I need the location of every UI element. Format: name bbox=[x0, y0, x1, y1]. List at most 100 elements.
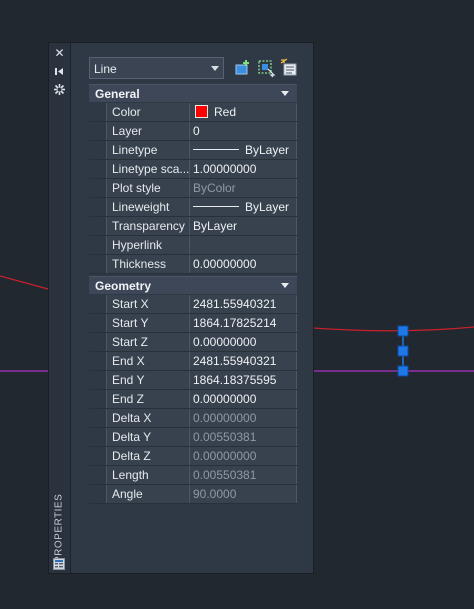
property-value-text: 0.00000000 bbox=[193, 449, 257, 463]
property-row[interactable]: Angle 90.0000 bbox=[89, 485, 297, 504]
property-value[interactable]: 1864.18375595 bbox=[190, 371, 297, 389]
grip-start[interactable] bbox=[397, 325, 409, 337]
general-section-title: General bbox=[95, 87, 140, 101]
grip-end[interactable] bbox=[397, 365, 409, 377]
property-row[interactable]: End Y 1864.18375595 bbox=[89, 371, 297, 390]
property-value-text: 0.00550381 bbox=[193, 468, 257, 482]
row-gutter bbox=[89, 409, 106, 427]
property-label: Thickness bbox=[106, 255, 190, 273]
property-row[interactable]: Start Z 0.00000000 bbox=[89, 333, 297, 352]
palette-content: Line General Color Red Layer 0 Linetype ByLay… bbox=[71, 43, 313, 573]
property-row[interactable]: Thickness 0.00000000 bbox=[89, 255, 297, 274]
property-label: Layer bbox=[106, 122, 190, 140]
collapse-icon[interactable] bbox=[281, 283, 289, 288]
property-row[interactable]: Layer 0 bbox=[89, 122, 297, 141]
collapse-icon[interactable] bbox=[281, 91, 289, 96]
property-value-text: 90.0000 bbox=[193, 487, 237, 501]
property-label: End Y bbox=[106, 371, 190, 389]
row-gutter bbox=[89, 371, 106, 389]
row-gutter bbox=[89, 314, 106, 332]
red-line-left[interactable] bbox=[0, 275, 49, 290]
property-label: Transparency bbox=[106, 217, 190, 235]
close-icon[interactable]: ✕ bbox=[52, 46, 67, 61]
general-section-header[interactable]: General bbox=[89, 84, 297, 102]
select-objects-icon[interactable] bbox=[256, 58, 276, 78]
property-value-text: 1.00000000 bbox=[193, 162, 257, 176]
property-row[interactable]: Linetype sca... 1.00000000 bbox=[89, 160, 297, 179]
row-gutter bbox=[89, 333, 106, 351]
property-value[interactable] bbox=[190, 236, 297, 254]
property-value[interactable]: 0.00000000 bbox=[190, 255, 297, 273]
property-row[interactable]: Delta X 0.00000000 bbox=[89, 409, 297, 428]
property-value[interactable]: ByLayer bbox=[190, 141, 297, 159]
property-value[interactable]: 0.00000000 bbox=[190, 333, 297, 351]
property-label: Length bbox=[106, 466, 190, 484]
row-gutter bbox=[89, 179, 106, 197]
palette-settings-icon[interactable] bbox=[52, 82, 67, 97]
property-row[interactable]: Transparency ByLayer bbox=[89, 217, 297, 236]
property-label: Start Y bbox=[106, 314, 190, 332]
property-value[interactable]: 0.00000000 bbox=[190, 390, 297, 408]
row-gutter bbox=[89, 295, 106, 313]
property-row[interactable]: End Z 0.00000000 bbox=[89, 390, 297, 409]
geometry-rows: Start X 2481.55940321 Start Y 1864.17825214… bbox=[89, 295, 297, 504]
property-row[interactable]: Delta Z 0.00000000 bbox=[89, 447, 297, 466]
toggle-pickadd-icon[interactable] bbox=[233, 58, 253, 78]
property-row[interactable]: Linetype ByLayer bbox=[89, 141, 297, 160]
row-gutter bbox=[89, 141, 106, 159]
property-value[interactable]: Red bbox=[190, 103, 297, 121]
property-value[interactable]: ByLayer bbox=[190, 217, 297, 235]
property-row[interactable]: Start X 2481.55940321 bbox=[89, 295, 297, 314]
palette-title-strip[interactable]: ✕ PROPERTIES bbox=[49, 43, 71, 573]
row-gutter bbox=[89, 485, 106, 503]
property-value-text: ByLayer bbox=[245, 143, 290, 157]
autohide-icon[interactable] bbox=[52, 64, 67, 79]
property-label: End X bbox=[106, 352, 190, 370]
property-value[interactable]: 1.00000000 bbox=[190, 160, 297, 178]
row-gutter bbox=[89, 466, 106, 484]
property-row[interactable]: Hyperlink bbox=[89, 236, 297, 255]
property-row[interactable]: Start Y 1864.17825214 bbox=[89, 314, 297, 333]
property-label: Delta Y bbox=[106, 428, 190, 446]
row-gutter bbox=[89, 255, 106, 273]
row-gutter bbox=[89, 236, 106, 254]
property-row[interactable]: Lineweight ByLayer bbox=[89, 198, 297, 217]
property-row[interactable]: Plot style ByColor bbox=[89, 179, 297, 198]
property-row[interactable]: Length 0.00550381 bbox=[89, 466, 297, 485]
row-gutter bbox=[89, 390, 106, 408]
linetype-preview-icon bbox=[193, 149, 239, 150]
general-rows: Color Red Layer 0 Linetype ByLayer Linetype sc… bbox=[89, 103, 297, 274]
property-row[interactable]: Delta Y 0.00550381 bbox=[89, 428, 297, 447]
property-value[interactable]: 0 bbox=[190, 122, 297, 140]
property-value-text: ByLayer bbox=[193, 219, 238, 233]
property-value[interactable]: 1864.17825214 bbox=[190, 314, 297, 332]
property-row[interactable]: End X 2481.55940321 bbox=[89, 352, 297, 371]
grip-mid[interactable] bbox=[397, 345, 409, 357]
property-label: End Z bbox=[106, 390, 190, 408]
property-value-text: 0.00000000 bbox=[193, 335, 257, 349]
row-gutter bbox=[89, 447, 106, 465]
red-line-right[interactable] bbox=[312, 326, 474, 332]
property-value: ByColor bbox=[190, 179, 297, 197]
property-row[interactable]: Color Red bbox=[89, 103, 297, 122]
property-value[interactable]: 2481.55940321 bbox=[190, 352, 297, 370]
property-value-text: 0.00000000 bbox=[193, 257, 257, 271]
row-gutter bbox=[89, 122, 106, 140]
geometry-section-header[interactable]: Geometry bbox=[89, 276, 297, 294]
property-label: Angle bbox=[106, 485, 190, 503]
property-value-text: 1864.18375595 bbox=[193, 373, 277, 387]
property-label: Start Z bbox=[106, 333, 190, 351]
property-value-text: ByColor bbox=[193, 181, 236, 195]
property-label: Plot style bbox=[106, 179, 190, 197]
property-value: 0.00000000 bbox=[190, 447, 297, 465]
property-label: Linetype bbox=[106, 141, 190, 159]
property-value: 0.00550381 bbox=[190, 428, 297, 446]
property-value[interactable]: 2481.55940321 bbox=[190, 295, 297, 313]
quick-select-icon[interactable] bbox=[279, 58, 299, 78]
properties-palette-icon bbox=[53, 557, 65, 570]
color-swatch-icon bbox=[195, 105, 208, 118]
property-label: Linetype sca... bbox=[106, 160, 190, 178]
object-type-select[interactable]: Line bbox=[89, 57, 224, 79]
property-value[interactable]: ByLayer bbox=[190, 198, 297, 216]
properties-palette: ✕ PROPERTIES Line General Color Red Laye… bbox=[48, 42, 314, 574]
